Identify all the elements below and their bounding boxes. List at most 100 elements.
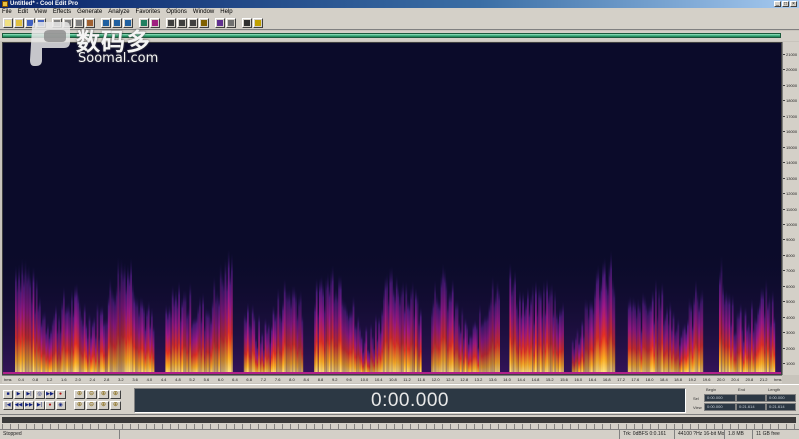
menu-effects[interactable]: Effects xyxy=(53,8,71,17)
spectral-column xyxy=(695,279,697,374)
zoom-controls: ⊕ ⊖ ⊕ ⊕ ⊕ ⊖ ⊕ ⊕ xyxy=(74,389,130,411)
loop-button[interactable]: ◎ xyxy=(34,390,45,399)
spectral-column xyxy=(283,278,286,374)
play-button[interactable]: ▶ xyxy=(13,390,24,399)
frequency-tick xyxy=(783,332,785,334)
window-title: Untitled* - Cool Edit Pro xyxy=(10,1,78,7)
spectral-column xyxy=(754,315,756,374)
zoom-out-vertical-button[interactable]: ⊖ xyxy=(86,401,97,410)
spectral-column xyxy=(397,284,400,374)
open-icon xyxy=(16,20,22,26)
minimize-button[interactable]: _ xyxy=(774,1,781,7)
menu-analyze[interactable]: Analyze xyxy=(108,8,129,17)
menu-favorites[interactable]: Favorites xyxy=(136,8,161,17)
spectral-column xyxy=(183,289,185,374)
menu-file[interactable]: File xyxy=(2,8,12,17)
monitor-button[interactable]: ◉ xyxy=(55,401,66,410)
record-button[interactable]: ● xyxy=(55,390,66,399)
spectral-column xyxy=(175,289,177,374)
zoom-in-right-button[interactable]: ⊕ xyxy=(98,401,109,410)
help-button[interactable] xyxy=(253,18,263,28)
spectral-column xyxy=(579,332,582,374)
zoom-selection-button[interactable]: ⊕ xyxy=(110,390,121,399)
play-to-end-button[interactable]: ▶| xyxy=(24,390,34,399)
status-state: Stopped xyxy=(0,430,120,439)
time-ruler[interactable]: hms 0.4 0.8 1.2 1.6 2.0 2.4 2.8 3.2 3.6 4.0 4.4 4.8 5… xyxy=(2,375,782,383)
title-bar[interactable]: Untitled* - Cool Edit Pro _ □ × xyxy=(0,0,799,8)
spectral-column xyxy=(315,278,318,374)
select-button[interactable] xyxy=(177,18,187,28)
view-end-field[interactable]: 0:21.614 xyxy=(736,403,766,411)
go-to-end-button[interactable]: ▶| xyxy=(34,401,45,410)
zoom-icon xyxy=(190,20,196,26)
sel-end-field[interactable] xyxy=(736,394,766,402)
spectral-column xyxy=(586,299,588,374)
go-to-start-button[interactable]: |◀ xyxy=(3,401,13,410)
toolbar-separator xyxy=(237,18,241,28)
stop-button[interactable]: ■ xyxy=(3,390,13,399)
spectral-column xyxy=(672,309,675,374)
spectral-column xyxy=(595,269,598,374)
record-2-button[interactable]: ● xyxy=(45,401,55,410)
spectral-column xyxy=(443,267,446,374)
spectral-column xyxy=(229,269,232,374)
sel-begin-field[interactable]: 0:00.000 xyxy=(704,394,736,402)
spectral-column xyxy=(464,317,467,374)
spectral-column xyxy=(663,317,665,374)
time-label: 14.8 xyxy=(531,377,540,382)
multitrack-button[interactable] xyxy=(215,18,225,28)
menu-window[interactable]: Window xyxy=(193,8,214,17)
spectral-column xyxy=(83,302,86,374)
zoom-in-vertical-button[interactable]: ⊕ xyxy=(110,401,121,410)
spectral-column xyxy=(485,313,488,374)
spectral-column xyxy=(573,345,576,374)
zoom-full-button[interactable]: ⊕ xyxy=(98,390,109,399)
zoom-out-button[interactable]: ⊖ xyxy=(86,390,97,399)
spectral-column xyxy=(418,317,420,374)
spectral-column xyxy=(226,277,228,374)
forward-button[interactable]: ▶▶ xyxy=(24,401,34,410)
spectral-column xyxy=(639,302,641,374)
menu-options[interactable]: Options xyxy=(166,8,187,17)
spectral-column xyxy=(371,333,374,374)
spectral-view[interactable] xyxy=(2,42,782,375)
spectral-column xyxy=(391,266,393,374)
spectral-column xyxy=(387,294,390,374)
zoom-in-button[interactable]: ⊕ xyxy=(74,390,85,399)
settings-icon xyxy=(228,20,234,26)
spectral-column xyxy=(635,309,638,374)
zoom-button[interactable] xyxy=(188,18,198,28)
sel-length-field[interactable]: 0:00.000 xyxy=(766,394,796,402)
spectral-column xyxy=(434,279,436,374)
spectral-column xyxy=(43,310,46,374)
settings-button[interactable] xyxy=(226,18,236,28)
new-button[interactable] xyxy=(3,18,13,28)
close-button[interactable]: × xyxy=(790,1,797,7)
spectral-column xyxy=(48,333,51,374)
spectral-column xyxy=(701,288,704,374)
fast-play-button[interactable]: ▶▶ xyxy=(45,390,55,399)
menu-edit[interactable]: Edit xyxy=(18,8,28,17)
time-label: 10.0 xyxy=(360,377,369,382)
spectral-column xyxy=(669,300,672,374)
spectral-column xyxy=(608,260,611,374)
time-label: 5.6 xyxy=(203,377,210,382)
view-begin-field[interactable]: 0:00.000 xyxy=(704,403,736,411)
menu-help[interactable]: Help xyxy=(220,8,232,17)
time-label: 11.6 xyxy=(417,377,426,382)
menu-generate[interactable]: Generate xyxy=(77,8,102,17)
spectral-column xyxy=(731,294,734,374)
time-label: 21.2 xyxy=(759,377,768,382)
maximize-button[interactable]: □ xyxy=(782,1,789,7)
rewind-button[interactable]: ◀◀ xyxy=(13,401,24,410)
spectral-column xyxy=(277,287,280,374)
view-length-field[interactable]: 0:21.614 xyxy=(766,403,796,411)
menu-view[interactable]: View xyxy=(34,8,47,17)
spectral-column xyxy=(496,279,499,374)
cd-button[interactable] xyxy=(242,18,252,28)
zoom-in-left-button[interactable]: ⊕ xyxy=(74,401,85,410)
time-stretch-button[interactable] xyxy=(199,18,209,28)
header-length: Length xyxy=(768,387,781,392)
open-button[interactable] xyxy=(14,18,24,28)
spectral-column xyxy=(221,271,224,374)
